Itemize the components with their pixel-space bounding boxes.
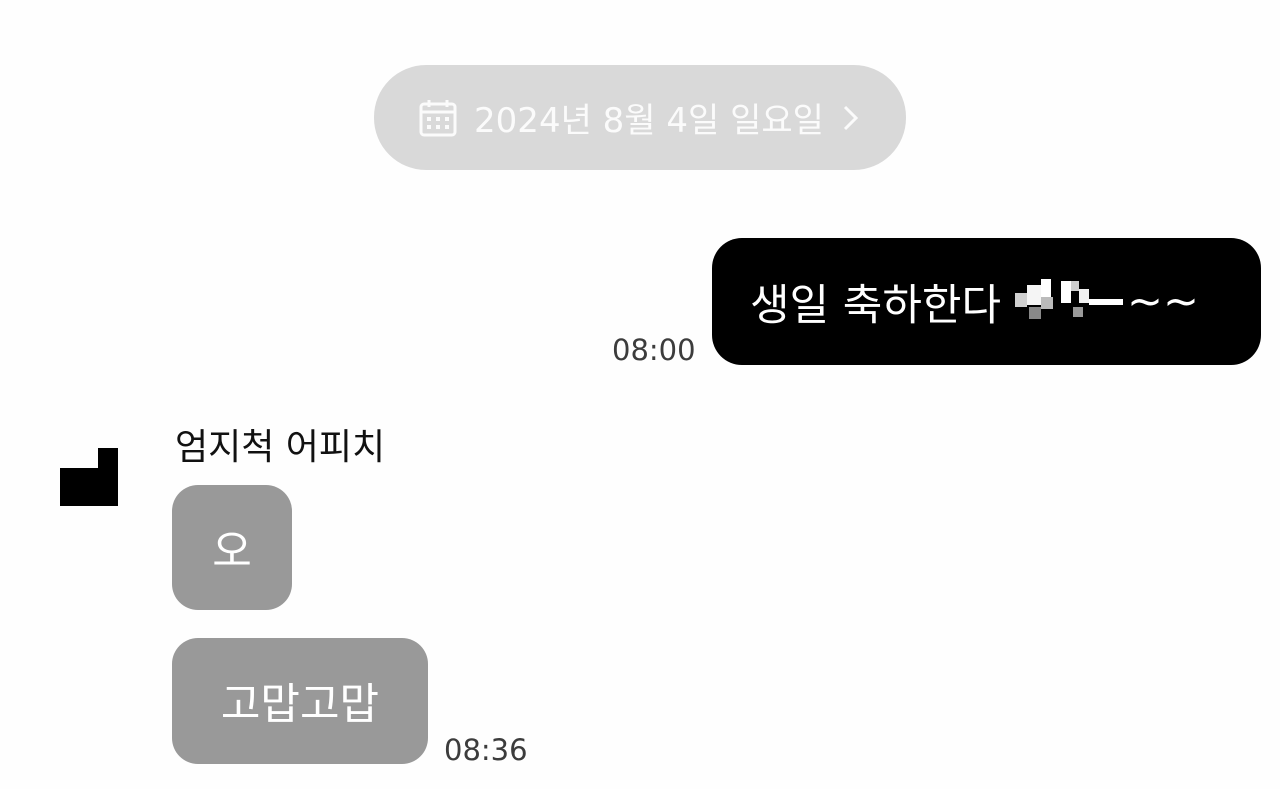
outgoing-timestamp: 08:00 — [612, 333, 696, 367]
date-divider-button[interactable]: 2024년 8월 4일 일요일 — [374, 65, 906, 170]
incoming-message-bubble[interactable]: 고맙고맙 — [172, 638, 428, 764]
incoming-message-text: 고맙고맙 — [220, 680, 380, 730]
redacted-name — [1015, 278, 1124, 325]
avatar[interactable] — [60, 448, 118, 506]
chevron-right-icon — [840, 101, 862, 135]
sender-name: 엄지척 어피치 — [175, 427, 386, 468]
calendar-icon — [418, 98, 458, 138]
outgoing-message-bubble[interactable]: 생일 축하한다 ~~ — [712, 238, 1261, 365]
incoming-message-bubble[interactable]: 오 — [172, 485, 292, 610]
outgoing-message-text: 생일 축하한다 — [750, 280, 1002, 331]
incoming-message-text: 오 — [212, 526, 252, 577]
outgoing-message-suffix: ~~ — [1127, 276, 1200, 327]
incoming-timestamp: 08:36 — [444, 733, 528, 767]
date-divider-text: 2024년 8월 4일 일요일 — [474, 101, 824, 141]
